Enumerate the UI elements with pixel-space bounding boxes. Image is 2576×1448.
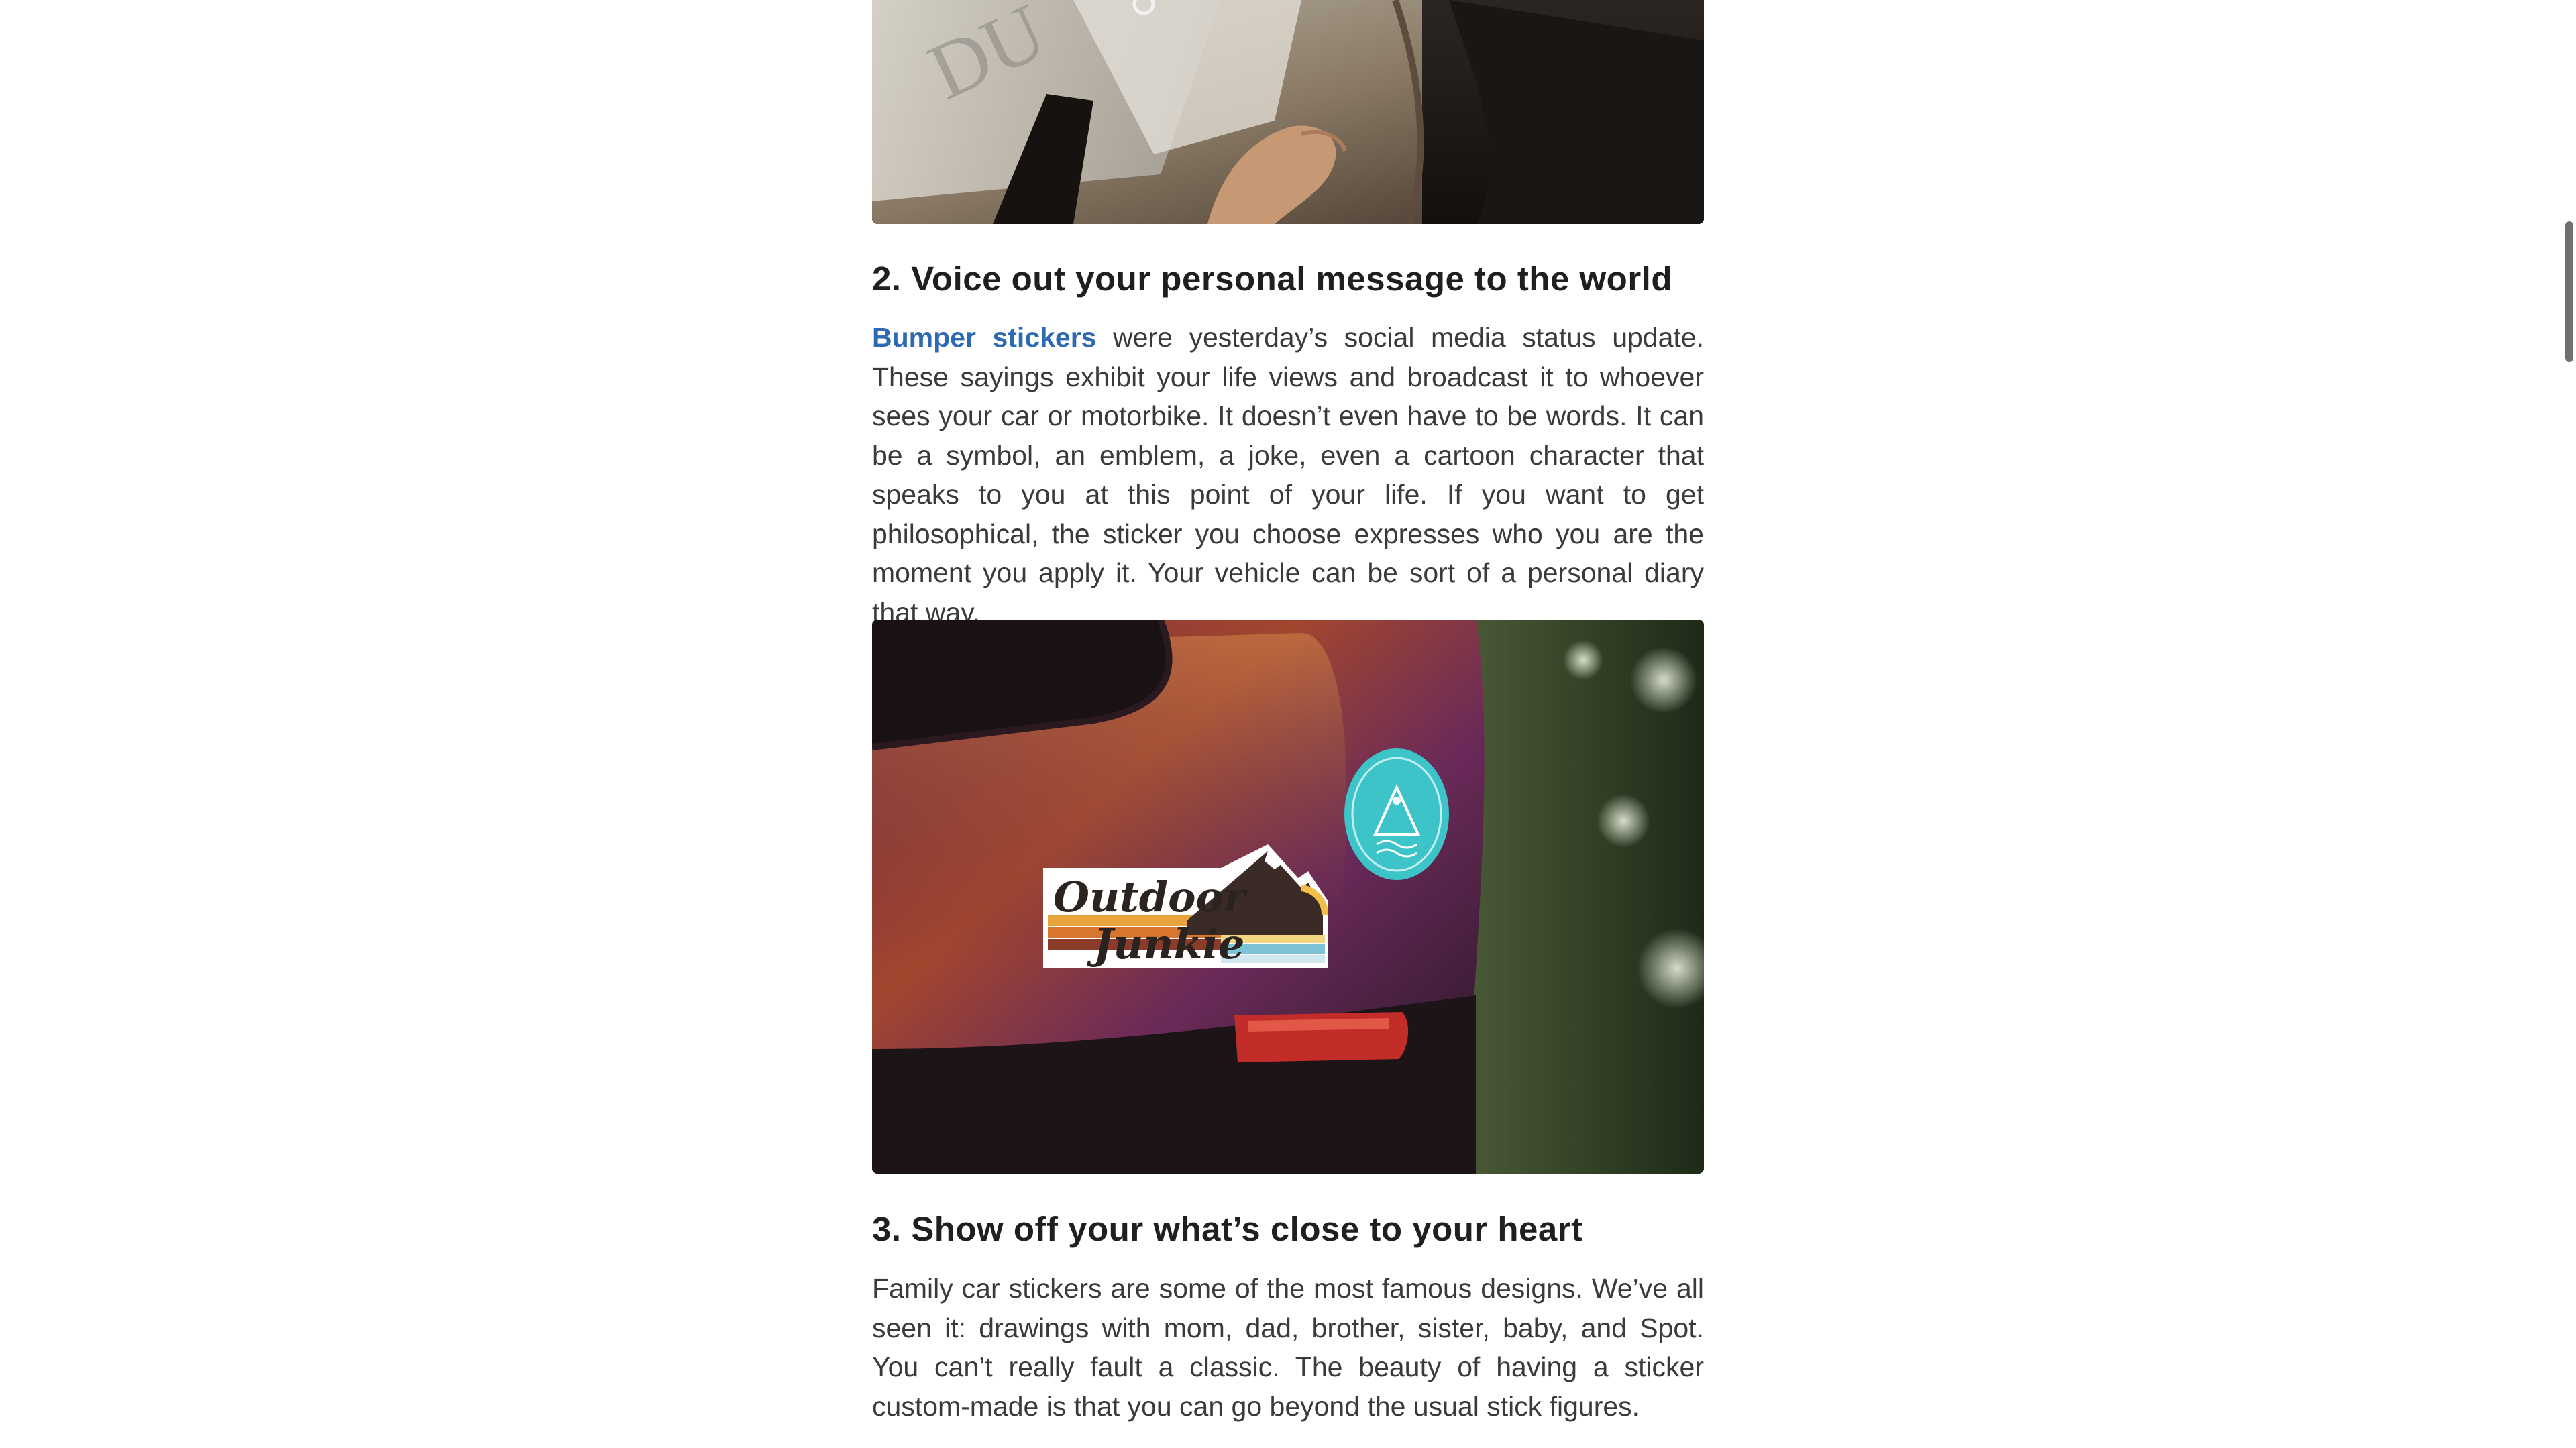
page: DU 2. Voice out your personal message to… [0,0,2576,1448]
bumper-stickers-link[interactable]: Bumper stickers [872,322,1096,353]
section-paragraph-heart: Family car stickers are some of the most… [872,1273,1704,1422]
section-heading-heart: 3. Show off your what’s close to your he… [872,1210,1583,1248]
section-paragraph-voice: Bumper stickers were yesterday’s social … [872,318,1704,632]
svg-text:Junkie: Junkie [1087,920,1244,968]
scrollbar-thumb[interactable] [2565,221,2573,362]
paragraph-text: were yesterday’s social media status upd… [872,322,1704,628]
page-scrollbar[interactable] [2563,0,2576,1448]
window-decal-image: DU [872,0,1704,224]
circle-sticker [1344,748,1449,880]
section-heading-voice: 2. Voice out your personal message to th… [872,260,1672,298]
car-bumper-stickers-image: Outdoor Junkie [872,620,1704,1174]
svg-text:Outdoor: Outdoor [1053,873,1248,922]
